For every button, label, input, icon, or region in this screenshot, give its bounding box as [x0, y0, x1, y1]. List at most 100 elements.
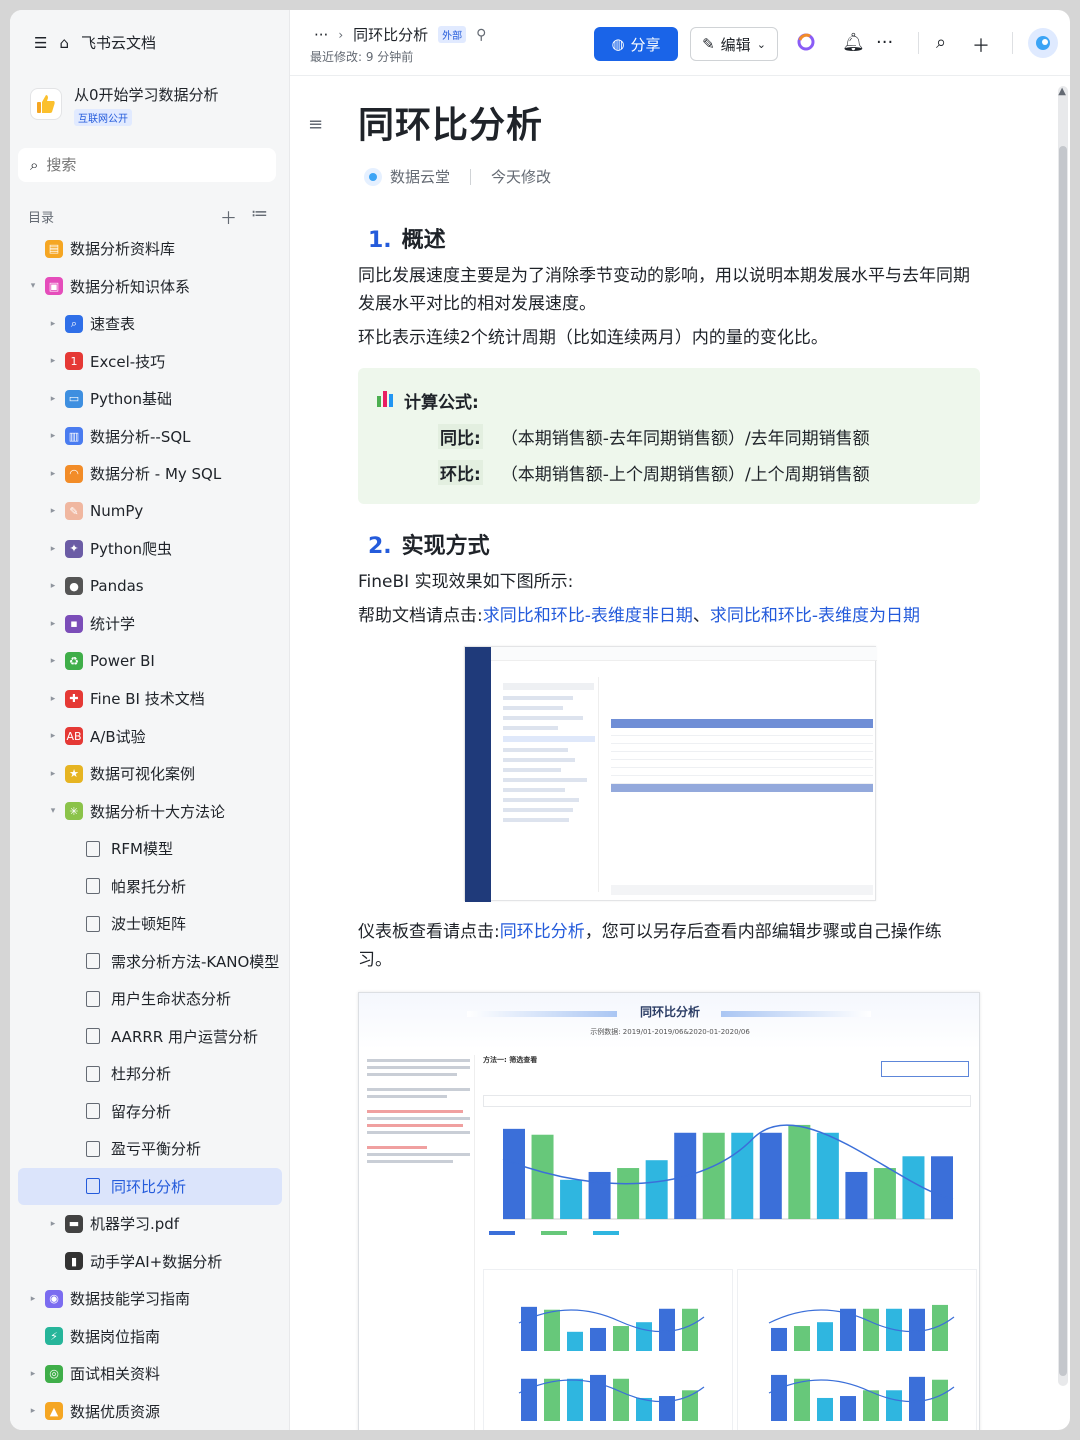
chevron-right-icon[interactable]: ▸: [48, 544, 58, 554]
edit-button[interactable]: ✎ 编辑 ⌄: [690, 27, 778, 61]
sidebar-item[interactable]: 需求分析方法-KANO模型: [10, 943, 290, 981]
sidebar-item[interactable]: 波士顿矩阵: [10, 905, 290, 943]
link-non-date[interactable]: 求同比和环比-表维度非日期: [483, 606, 693, 626]
chevron-right-icon[interactable]: ▸: [48, 1219, 58, 1229]
ai-assistant-icon[interactable]: [796, 32, 816, 57]
sidebar-item[interactable]: 同环比分析: [18, 1167, 282, 1205]
sidebar-item[interactable]: ▸ AB A/B试验: [10, 718, 290, 756]
sidebar-item[interactable]: 帕累托分析: [10, 868, 290, 906]
scroll-up-arrow-icon[interactable]: ▲: [1058, 86, 1066, 97]
sidebar-item[interactable]: ▸ ▭ Python基础: [10, 380, 290, 418]
add-icon[interactable]: ＋: [220, 204, 237, 229]
small-bar: [863, 1308, 879, 1351]
sidebar-item[interactable]: ▸ ▬ 机器学习.pdf: [10, 1205, 290, 1243]
scrollbar-thumb[interactable]: [1059, 146, 1067, 1376]
doc-space-name[interactable]: 从0开始学习数据分析: [74, 84, 219, 106]
sidebar-item[interactable]: ▸ ♻ Power BI: [10, 643, 290, 681]
dashboard-filter-bar[interactable]: [483, 1095, 971, 1107]
sidebar-item[interactable]: ▸ ◉ 数据技能学习指南: [10, 1280, 290, 1318]
chevron-right-icon[interactable]: ▸: [48, 469, 58, 479]
breadcrumb: ··· › 同环比分析 外部 ⚲: [314, 24, 486, 45]
chevron-right-icon[interactable]: ▸: [48, 769, 58, 779]
chevron-right-icon[interactable]: ▸: [48, 319, 58, 329]
small-bar: [771, 1374, 787, 1421]
bar-1: [503, 1128, 525, 1219]
bell-icon[interactable]: 🔔︎: [842, 32, 865, 53]
sidebar-item[interactable]: ▤ 数据分析资料库: [10, 230, 290, 268]
sidebar-item[interactable]: ▸ ★ 数据可视化案例: [10, 755, 290, 793]
sidebar-item[interactable]: RFM模型: [10, 830, 290, 868]
chevron-right-icon[interactable]: ▸: [28, 1406, 38, 1416]
search-icon[interactable]: ⌕: [936, 32, 946, 53]
small-bar: [567, 1331, 583, 1351]
collapse-sidebar-icon[interactable]: ☰: [34, 34, 47, 52]
doc-icon: ◠: [65, 464, 83, 483]
plus-icon[interactable]: ＋: [972, 32, 990, 58]
share-button[interactable]: ◍ 分享: [594, 27, 678, 61]
sidebar-item[interactable]: ⚡ 数据岗位指南: [10, 1318, 290, 1356]
sidebar-item[interactable]: 用户生命状态分析: [10, 980, 290, 1018]
sidebar-item[interactable]: AARRR 用户运营分析: [10, 1018, 290, 1056]
chevron-right-icon[interactable]: ▸: [28, 1369, 38, 1379]
scrollbar[interactable]: [1058, 86, 1068, 1386]
sidebar-item[interactable]: ▾ ✳ 数据分析十大方法论: [10, 793, 290, 831]
sidebar-app-title[interactable]: 飞书云文档: [81, 32, 156, 53]
chevron-right-icon[interactable]: ▸: [48, 431, 58, 441]
more-icon[interactable]: ···: [876, 32, 893, 53]
sidebar-item[interactable]: ▸ 1 Excel-技巧: [10, 343, 290, 381]
dashboard-screenshot[interactable]: 同环比分析 示例数据: 2019/01-2019/06&2020-01-2020…: [358, 992, 980, 1430]
breadcrumb-more[interactable]: ···: [314, 26, 328, 44]
chevron-down-icon[interactable]: ▾: [48, 806, 58, 816]
dashboard-title: 同环比分析: [639, 1005, 700, 1019]
chevron-right-icon[interactable]: ▸: [48, 656, 58, 666]
finebi-screenshot[interactable]: [464, 646, 877, 902]
chevron-right-icon[interactable]: ▸: [48, 356, 58, 366]
link-dashboard[interactable]: 同环比分析: [500, 922, 585, 942]
list-icon[interactable]: ≔: [251, 204, 268, 229]
sidebar-item[interactable]: ▸ ▲ 数据优质资源: [10, 1393, 290, 1431]
sidebar-item[interactable]: 盈亏平衡分析: [10, 1130, 290, 1168]
chevron-right-icon[interactable]: ▸: [48, 394, 58, 404]
author-name[interactable]: 数据云堂: [390, 166, 450, 187]
section-number: 1.: [368, 228, 392, 253]
dashboard-help-button[interactable]: [881, 1061, 969, 1077]
chevron-right-icon[interactable]: ▸: [48, 619, 58, 629]
sidebar-item[interactable]: ▸ ◠ 数据分析 - My SQL: [10, 455, 290, 493]
sidebar-search[interactable]: ⌕: [18, 148, 276, 182]
small-bar: [817, 1397, 833, 1421]
bar-15: [902, 1156, 925, 1219]
top-bar: ··· › 同环比分析 外部 ⚲ 最近修改: 9 分钟前 ◍ 分享 ✎ 编辑 ⌄…: [290, 10, 1070, 76]
sidebar-item-label: 数据分析资料库: [70, 240, 176, 259]
bar-14: [873, 1168, 896, 1219]
sidebar-item-label: 数据岗位指南: [70, 1327, 161, 1346]
sidebar-item[interactable]: 杜邦分析: [10, 1055, 290, 1093]
small-bar: [613, 1326, 629, 1351]
chevron-right-icon[interactable]: ▸: [48, 506, 58, 516]
chevron-right-icon[interactable]: ▸: [48, 731, 58, 741]
avatar[interactable]: [1028, 28, 1058, 58]
sidebar-item[interactable]: ▸ ✦ Python爬虫: [10, 530, 290, 568]
breadcrumb-title[interactable]: 同环比分析: [353, 24, 428, 45]
chevron-right-icon[interactable]: ▸: [28, 1294, 38, 1304]
sidebar-item[interactable]: ▮ 动手学AI+数据分析: [10, 1243, 290, 1281]
search-input[interactable]: [46, 156, 247, 174]
sidebar-item[interactable]: ▸ ⌕ 速查表: [10, 305, 290, 343]
sidebar-item[interactable]: ▸ ● Pandas: [10, 568, 290, 606]
document-icon: [86, 990, 100, 1007]
sidebar-item[interactable]: ▸ ▥ 数据分析--SQL: [10, 418, 290, 456]
sidebar-item[interactable]: ▸ ▪ 统计学: [10, 605, 290, 643]
sidebar-item[interactable]: 留存分析: [10, 1093, 290, 1131]
chevron-down-icon[interactable]: ▾: [28, 281, 38, 291]
sidebar-item[interactable]: ▾ ▣ 数据分析知识体系: [10, 268, 290, 306]
sidebar-item[interactable]: ▸ ✎ NumPy: [10, 493, 290, 531]
small-bar: [909, 1376, 925, 1421]
chevron-right-icon[interactable]: ▸: [48, 694, 58, 704]
small-bar: [567, 1378, 583, 1421]
outline-icon[interactable]: ≡: [308, 114, 323, 135]
home-icon[interactable]: ⌂: [59, 34, 69, 52]
chevron-right-icon[interactable]: ▸: [48, 581, 58, 591]
link-date[interactable]: 求同比和环比-表维度为日期: [710, 606, 920, 626]
pin-icon[interactable]: ⚲: [476, 27, 486, 43]
sidebar-item[interactable]: ▸ ✚ Fine BI 技术文档: [10, 680, 290, 718]
sidebar-item[interactable]: ▸ ◎ 面试相关资料: [10, 1355, 290, 1393]
